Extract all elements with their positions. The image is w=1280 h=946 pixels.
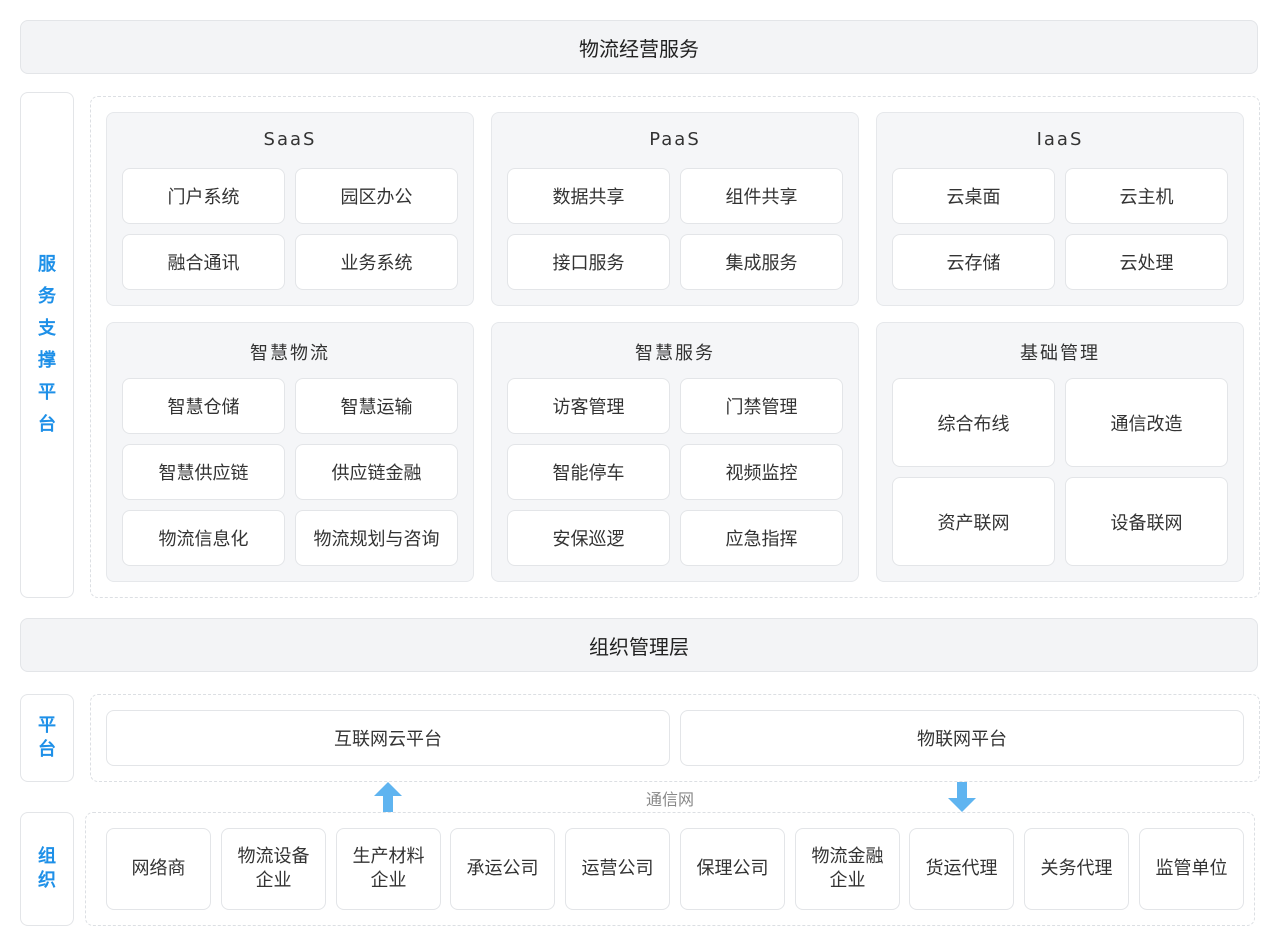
organization-management-layer-bar: 组织管理层 [20,618,1258,672]
org-regulatory-unit: 监管单位 [1139,828,1244,910]
module-logistics-planning-consulting: 物流规划与咨询 [295,510,458,566]
module-access-control: 门禁管理 [680,378,843,434]
module-integration-service: 集成服务 [680,234,843,290]
module-integrated-cabling: 综合布线 [892,378,1055,467]
support-label-char: 支 [38,318,56,339]
platform-label: 平 台 [20,694,74,782]
arrow-up-icon [374,782,402,812]
support-label-char: 撑 [38,350,56,371]
module-communication-upgrade: 通信改造 [1065,378,1228,467]
org-network-provider: 网络商 [106,828,211,910]
support-label-char: 平 [38,382,56,403]
panel-smart-services: 智慧服务 访客管理 门禁管理 智能停车 视频监控 安保巡逻 应急指挥 [491,322,859,582]
org-carrier-company: 承运公司 [450,828,555,910]
platform-name: 物联网平台 [917,729,1007,750]
org-logistics-finance-enterprise: 物流金融企业 [795,828,900,910]
module-cloud-processing: 云处理 [1065,234,1228,290]
panel-title: IaaS [1036,129,1084,150]
org-freight-forwarder: 货运代理 [909,828,1014,910]
top-bar-title: 物流经营服务 [579,36,699,61]
support-label-char: 服 [38,254,56,275]
communication-network-label: 通信网 [645,790,694,809]
iot-platform: 物联网平台 [680,710,1244,766]
platform-name: 互联网云平台 [334,729,442,750]
module-interface-service: 接口服务 [507,234,670,290]
panel-title: 基础管理 [1020,343,1100,364]
middle-bar-title: 组织管理层 [589,634,689,659]
module-video-surveillance: 视频监控 [680,444,843,500]
support-label-char: 务 [38,286,56,307]
module-component-sharing: 组件共享 [680,168,843,224]
organization-label-char: 织 [38,870,56,891]
module-emergency-command: 应急指挥 [680,510,843,566]
module-smart-warehousing: 智慧仓储 [122,378,285,434]
panel-title: 智慧物流 [250,343,330,364]
panel-smart-logistics: 智慧物流 智慧仓储 智慧运输 智慧供应链 供应链金融 物流信息化 物流规划与咨询 [106,322,474,582]
module-asset-networking: 资产联网 [892,477,1055,566]
panel-title: PaaS [649,129,701,150]
panel-iaas: IaaS 云桌面 云主机 云存储 云处理 [876,112,1244,306]
service-support-platform-label: 服 务 支 撑 平 台 [20,92,74,598]
platform-label-char: 平 [38,715,56,736]
platform-label-char: 台 [38,739,56,760]
org-factoring-company: 保理公司 [680,828,785,910]
organization-label-char: 组 [38,846,56,867]
org-customs-agent: 关务代理 [1024,828,1129,910]
module-cloud-host: 云主机 [1065,168,1228,224]
module-park-office: 园区办公 [295,168,458,224]
module-logistics-informatization: 物流信息化 [122,510,285,566]
org-operating-company: 运营公司 [565,828,670,910]
arrow-down-icon [948,782,976,812]
organization-label: 组 织 [20,812,74,926]
module-device-networking: 设备联网 [1065,477,1228,566]
panel-title: SaaS [263,129,317,150]
panel-paas: PaaS 数据共享 组件共享 接口服务 集成服务 [491,112,859,306]
module-security-patrol: 安保巡逻 [507,510,670,566]
module-smart-transport: 智慧运输 [295,378,458,434]
module-supply-chain-finance: 供应链金融 [295,444,458,500]
panel-title: 智慧服务 [635,343,715,364]
module-smart-parking: 智能停车 [507,444,670,500]
panel-basic-management: 基础管理 综合布线 通信改造 资产联网 设备联网 [876,322,1244,582]
top-bar-logistics-operation-services: 物流经营服务 [20,20,1258,74]
module-visitor-management: 访客管理 [507,378,670,434]
module-cloud-storage: 云存储 [892,234,1055,290]
module-cloud-desktop: 云桌面 [892,168,1055,224]
panel-saas: SaaS 门户系统 园区办公 融合通讯 业务系统 [106,112,474,306]
module-data-sharing: 数据共享 [507,168,670,224]
module-business-system: 业务系统 [295,234,458,290]
support-label-char: 台 [38,414,56,435]
org-logistics-equipment-enterprise: 物流设备企业 [221,828,326,910]
org-production-materials-enterprise: 生产材料企业 [336,828,441,910]
module-unified-communication: 融合通讯 [122,234,285,290]
module-smart-supply-chain: 智慧供应链 [122,444,285,500]
internet-cloud-platform: 互联网云平台 [106,710,670,766]
module-portal-system: 门户系统 [122,168,285,224]
